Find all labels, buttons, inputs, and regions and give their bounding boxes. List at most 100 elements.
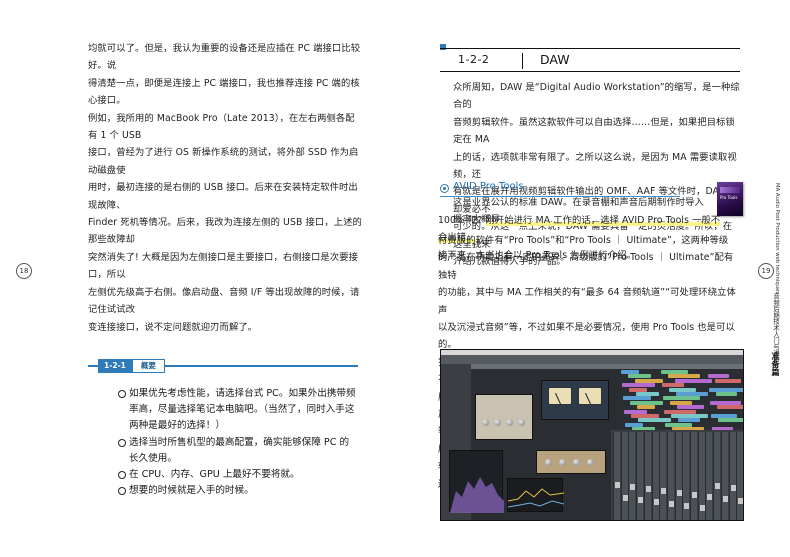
audio-clip	[675, 378, 712, 383]
fader-icon	[722, 496, 728, 502]
target-circle-icon	[440, 184, 449, 193]
left-page: 均就可以了。但是，我认为重要的设备还是应插在 PC 端接口比较好。说 得清楚一点…	[0, 0, 395, 557]
audio-clip	[668, 374, 700, 379]
mixer-channel-strip	[736, 432, 743, 520]
mixer-channel-strip	[613, 432, 620, 520]
fader-icon	[684, 503, 690, 509]
page-number-right: 19	[758, 263, 774, 279]
audio-clip	[710, 400, 741, 405]
pro-tools-product-box-image: Pro Tools	[717, 182, 743, 216]
audio-clip	[715, 378, 741, 383]
right-page: 1-2-2 DAW 众所周知，DAW 是“Digital Audio Works…	[395, 0, 790, 557]
eq-curve-icon	[507, 488, 565, 508]
mixer-channel-strip	[666, 432, 674, 520]
fader-icon	[668, 501, 674, 507]
avid-line-2-prefix: 100% 吧?	[438, 215, 486, 226]
audio-clip	[630, 400, 663, 405]
mixer-channel-strip	[697, 432, 705, 520]
audio-clip	[636, 392, 659, 396]
mixer-channel-strip	[659, 432, 667, 520]
mixer-channel-strip	[628, 432, 636, 520]
summary-item: 在 CPU、内存、GPU 上最好不要将就。	[118, 467, 358, 483]
screenshot-toolbar	[441, 355, 743, 364]
mixer-channel-strip	[620, 432, 628, 520]
mixer-channel-strip	[651, 432, 659, 520]
knob-icon	[573, 459, 580, 466]
mixer-channel-strip	[713, 432, 721, 520]
audio-clip	[716, 392, 737, 396]
audio-clip	[625, 422, 643, 427]
summary-item-text: 在 CPU、内存、GPU 上最好不要将就。	[129, 469, 300, 481]
page-number-left: 18	[16, 263, 32, 279]
side-chapter-label: 准备篇	[771, 352, 780, 376]
fader-icon	[730, 485, 736, 491]
audio-clip	[628, 374, 651, 379]
knob-icon	[482, 419, 489, 426]
fader-icon	[715, 483, 721, 489]
fader-icon	[638, 497, 644, 503]
audio-clip	[664, 409, 696, 414]
mixer-channel-strip	[643, 432, 651, 520]
summary-item: 想要的时候就是入手的时候。	[118, 483, 358, 499]
audio-clip	[678, 418, 700, 423]
screenshot-spectrum-window	[449, 450, 504, 513]
fader-icon	[622, 495, 628, 501]
fader-icon	[676, 490, 682, 496]
audio-clip	[637, 405, 655, 410]
pro-tools-screenshot-image	[440, 349, 744, 521]
mixer-channel-strip	[690, 432, 697, 520]
audio-clip	[709, 387, 743, 392]
screenshot-plugin-window	[541, 380, 609, 420]
knob-icon	[559, 459, 566, 466]
summary-label: 概要	[131, 359, 165, 373]
knob-icon	[494, 419, 501, 426]
audio-clip	[631, 414, 659, 418]
audio-clip	[669, 387, 696, 392]
mixer-channel-strip	[720, 432, 728, 520]
timeline-track-row	[471, 370, 743, 374]
timeline-track-row	[471, 374, 743, 379]
summary-tag: 1-2-1 概要	[98, 359, 165, 373]
circle-bullet-icon	[118, 390, 126, 398]
audio-clip	[621, 370, 639, 374]
circle-bullet-icon	[118, 471, 126, 480]
avid-heading-text: AVID Pro Tools	[453, 181, 524, 192]
summary-item-text: 如果优先考虑性能，请选择台式 PC。如果外出携带频率高，尽量选择笔记本电脑吧。（…	[129, 388, 356, 432]
product-box-label: Pro Tools	[720, 195, 738, 200]
audio-clip	[670, 400, 692, 405]
audio-clip	[677, 405, 704, 410]
screenshot-ruler	[471, 364, 743, 369]
circle-bullet-icon	[118, 438, 126, 447]
mixer-channel-strip	[674, 432, 682, 520]
audio-clip	[676, 392, 708, 396]
knob-icon	[506, 419, 513, 426]
product-box-art	[720, 187, 740, 193]
audio-clip	[663, 396, 700, 401]
audio-clip	[623, 396, 651, 401]
audio-clip	[661, 370, 688, 374]
mixer-channel-strip	[636, 432, 644, 520]
fader-icon	[707, 494, 713, 500]
section-header: 1-2-2 DAW	[440, 48, 740, 72]
fader-icon	[661, 488, 667, 494]
needle	[554, 392, 561, 405]
screenshot-eq-display	[507, 478, 565, 512]
knob-icon	[587, 459, 594, 466]
summary-item: 选择当时所售机型的最高配置，确实能够保障 PC 的长久使用。	[118, 435, 358, 467]
fader-icon	[692, 492, 697, 498]
fader-icon	[738, 498, 743, 504]
knob-icon	[518, 419, 525, 426]
circle-bullet-icon	[118, 487, 126, 496]
screenshot-plugin-window	[475, 394, 533, 440]
fader-icon	[699, 505, 705, 511]
audio-clip	[662, 383, 684, 388]
audio-clip	[629, 387, 647, 392]
summary-item-text: 想要的时候就是入手的时候。	[129, 485, 254, 497]
mixer-channel-strip	[728, 432, 736, 520]
summary-list: 如果优先考虑性能，请选择台式 PC。如果外出携带频率高，尽量选择笔记本电脑吧。（…	[118, 386, 358, 499]
spectrum-icon	[450, 477, 504, 513]
section-title: DAW	[540, 52, 570, 67]
audio-clip	[622, 383, 655, 388]
audio-clip	[708, 374, 729, 379]
audio-clip	[635, 378, 663, 383]
